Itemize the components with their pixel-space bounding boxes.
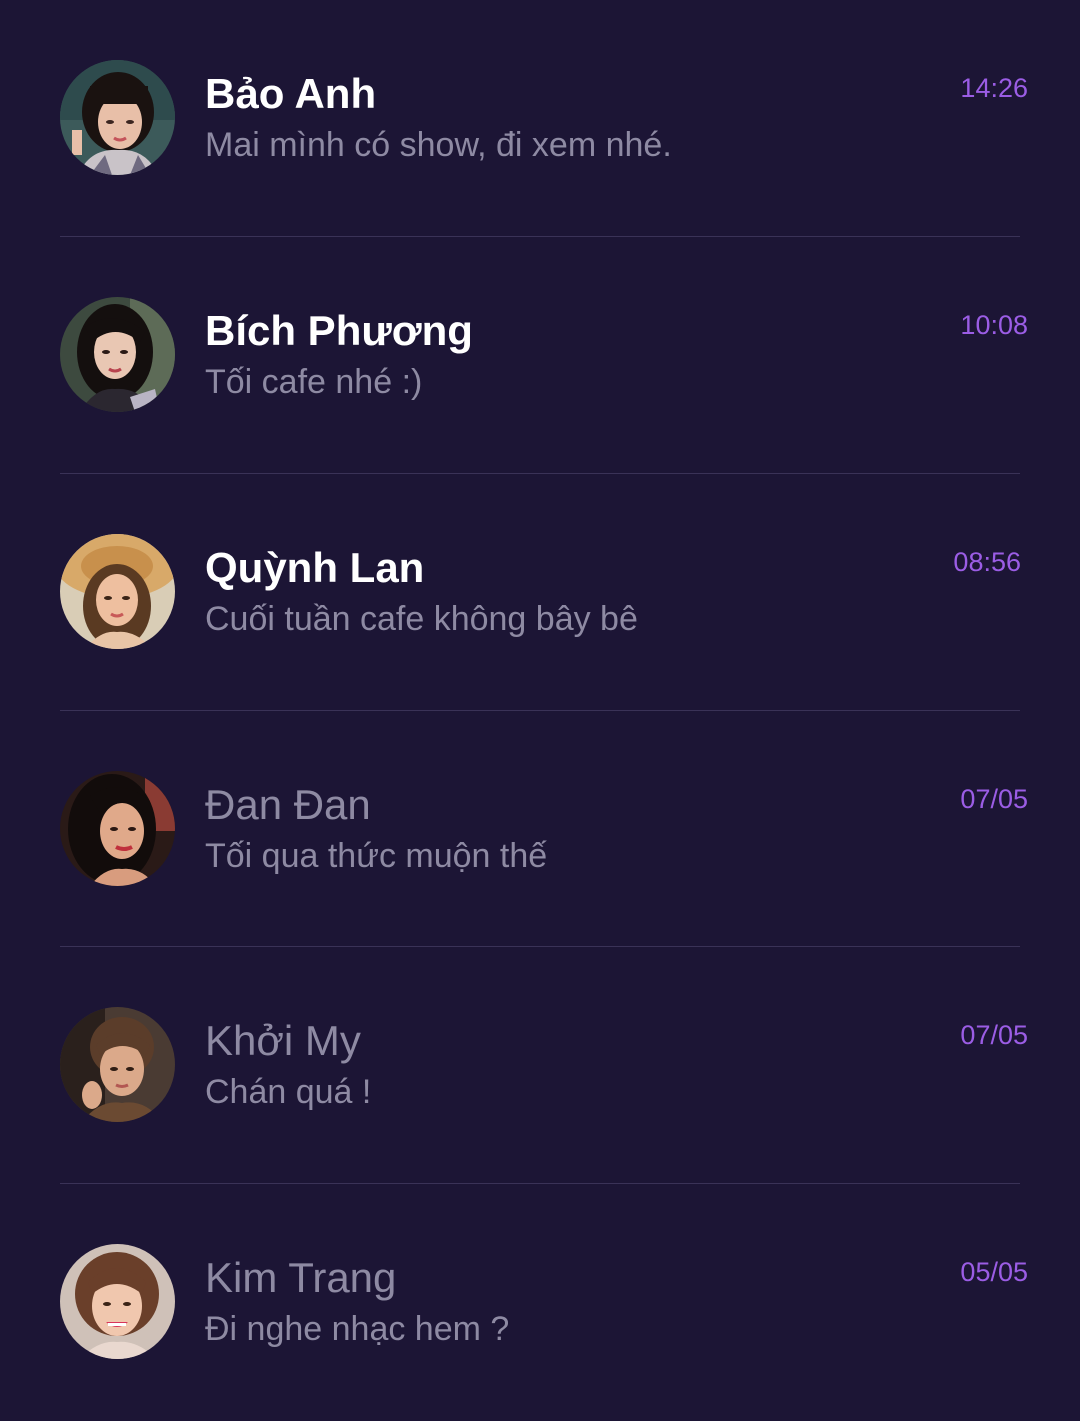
message-time: 05/05 [960,1257,1028,1287]
message-preview: Chán quá ! [205,1073,372,1111]
message-preview: Cuối tuần cafe không bây bê [205,600,638,638]
chat-list: Bảo Anh Mai mình có show, đi xem nhé. 14… [0,0,1080,1364]
message-time: 10:08 [960,310,1028,340]
avatar[interactable] [60,1007,175,1122]
contact-name: Quỳnh Lan [205,544,425,591]
message-preview: Mai mình có show, đi xem nhé. [205,126,672,164]
message-time: 08:56 [953,547,1021,577]
chat-row-bao-anh[interactable]: Bảo Anh Mai mình có show, đi xem nhé. 14… [0,0,1080,237]
message-preview: Tối qua thức muộn thế [205,837,548,875]
avatar[interactable] [60,1244,175,1359]
message-preview: Đi nghe nhạc hem ? [205,1310,510,1348]
avatar[interactable] [60,60,175,175]
avatar[interactable] [60,534,175,649]
message-time: 07/05 [960,784,1028,814]
chat-row-khoi-my[interactable]: Khởi My Chán quá ! 07/05 [0,947,1080,1184]
contact-name: Kim Trang [205,1254,397,1301]
avatar[interactable] [60,771,175,886]
chat-row-dan-dan[interactable]: Đan Đan Tối qua thức muộn thế 07/05 [0,711,1080,948]
message-time: 07/05 [960,1020,1028,1050]
contact-name: Khởi My [205,1017,361,1064]
chat-row-kim-trang[interactable]: Kim Trang Đi nghe nhạc hem ? 05/05 [0,1184,1080,1421]
chat-row-quynh-lan[interactable]: Quỳnh Lan Cuối tuần cafe không bây bê 08… [0,474,1080,711]
chat-row-bich-phuong[interactable]: Bích Phương Tối cafe nhé :) 10:08 [0,237,1080,474]
message-time: 14:26 [960,73,1028,103]
contact-name: Bảo Anh [205,70,377,117]
contact-name: Bích Phương [205,307,473,354]
message-preview: Tối cafe nhé :) [205,363,423,401]
contact-name: Đan Đan [205,781,371,828]
avatar[interactable] [60,297,175,412]
